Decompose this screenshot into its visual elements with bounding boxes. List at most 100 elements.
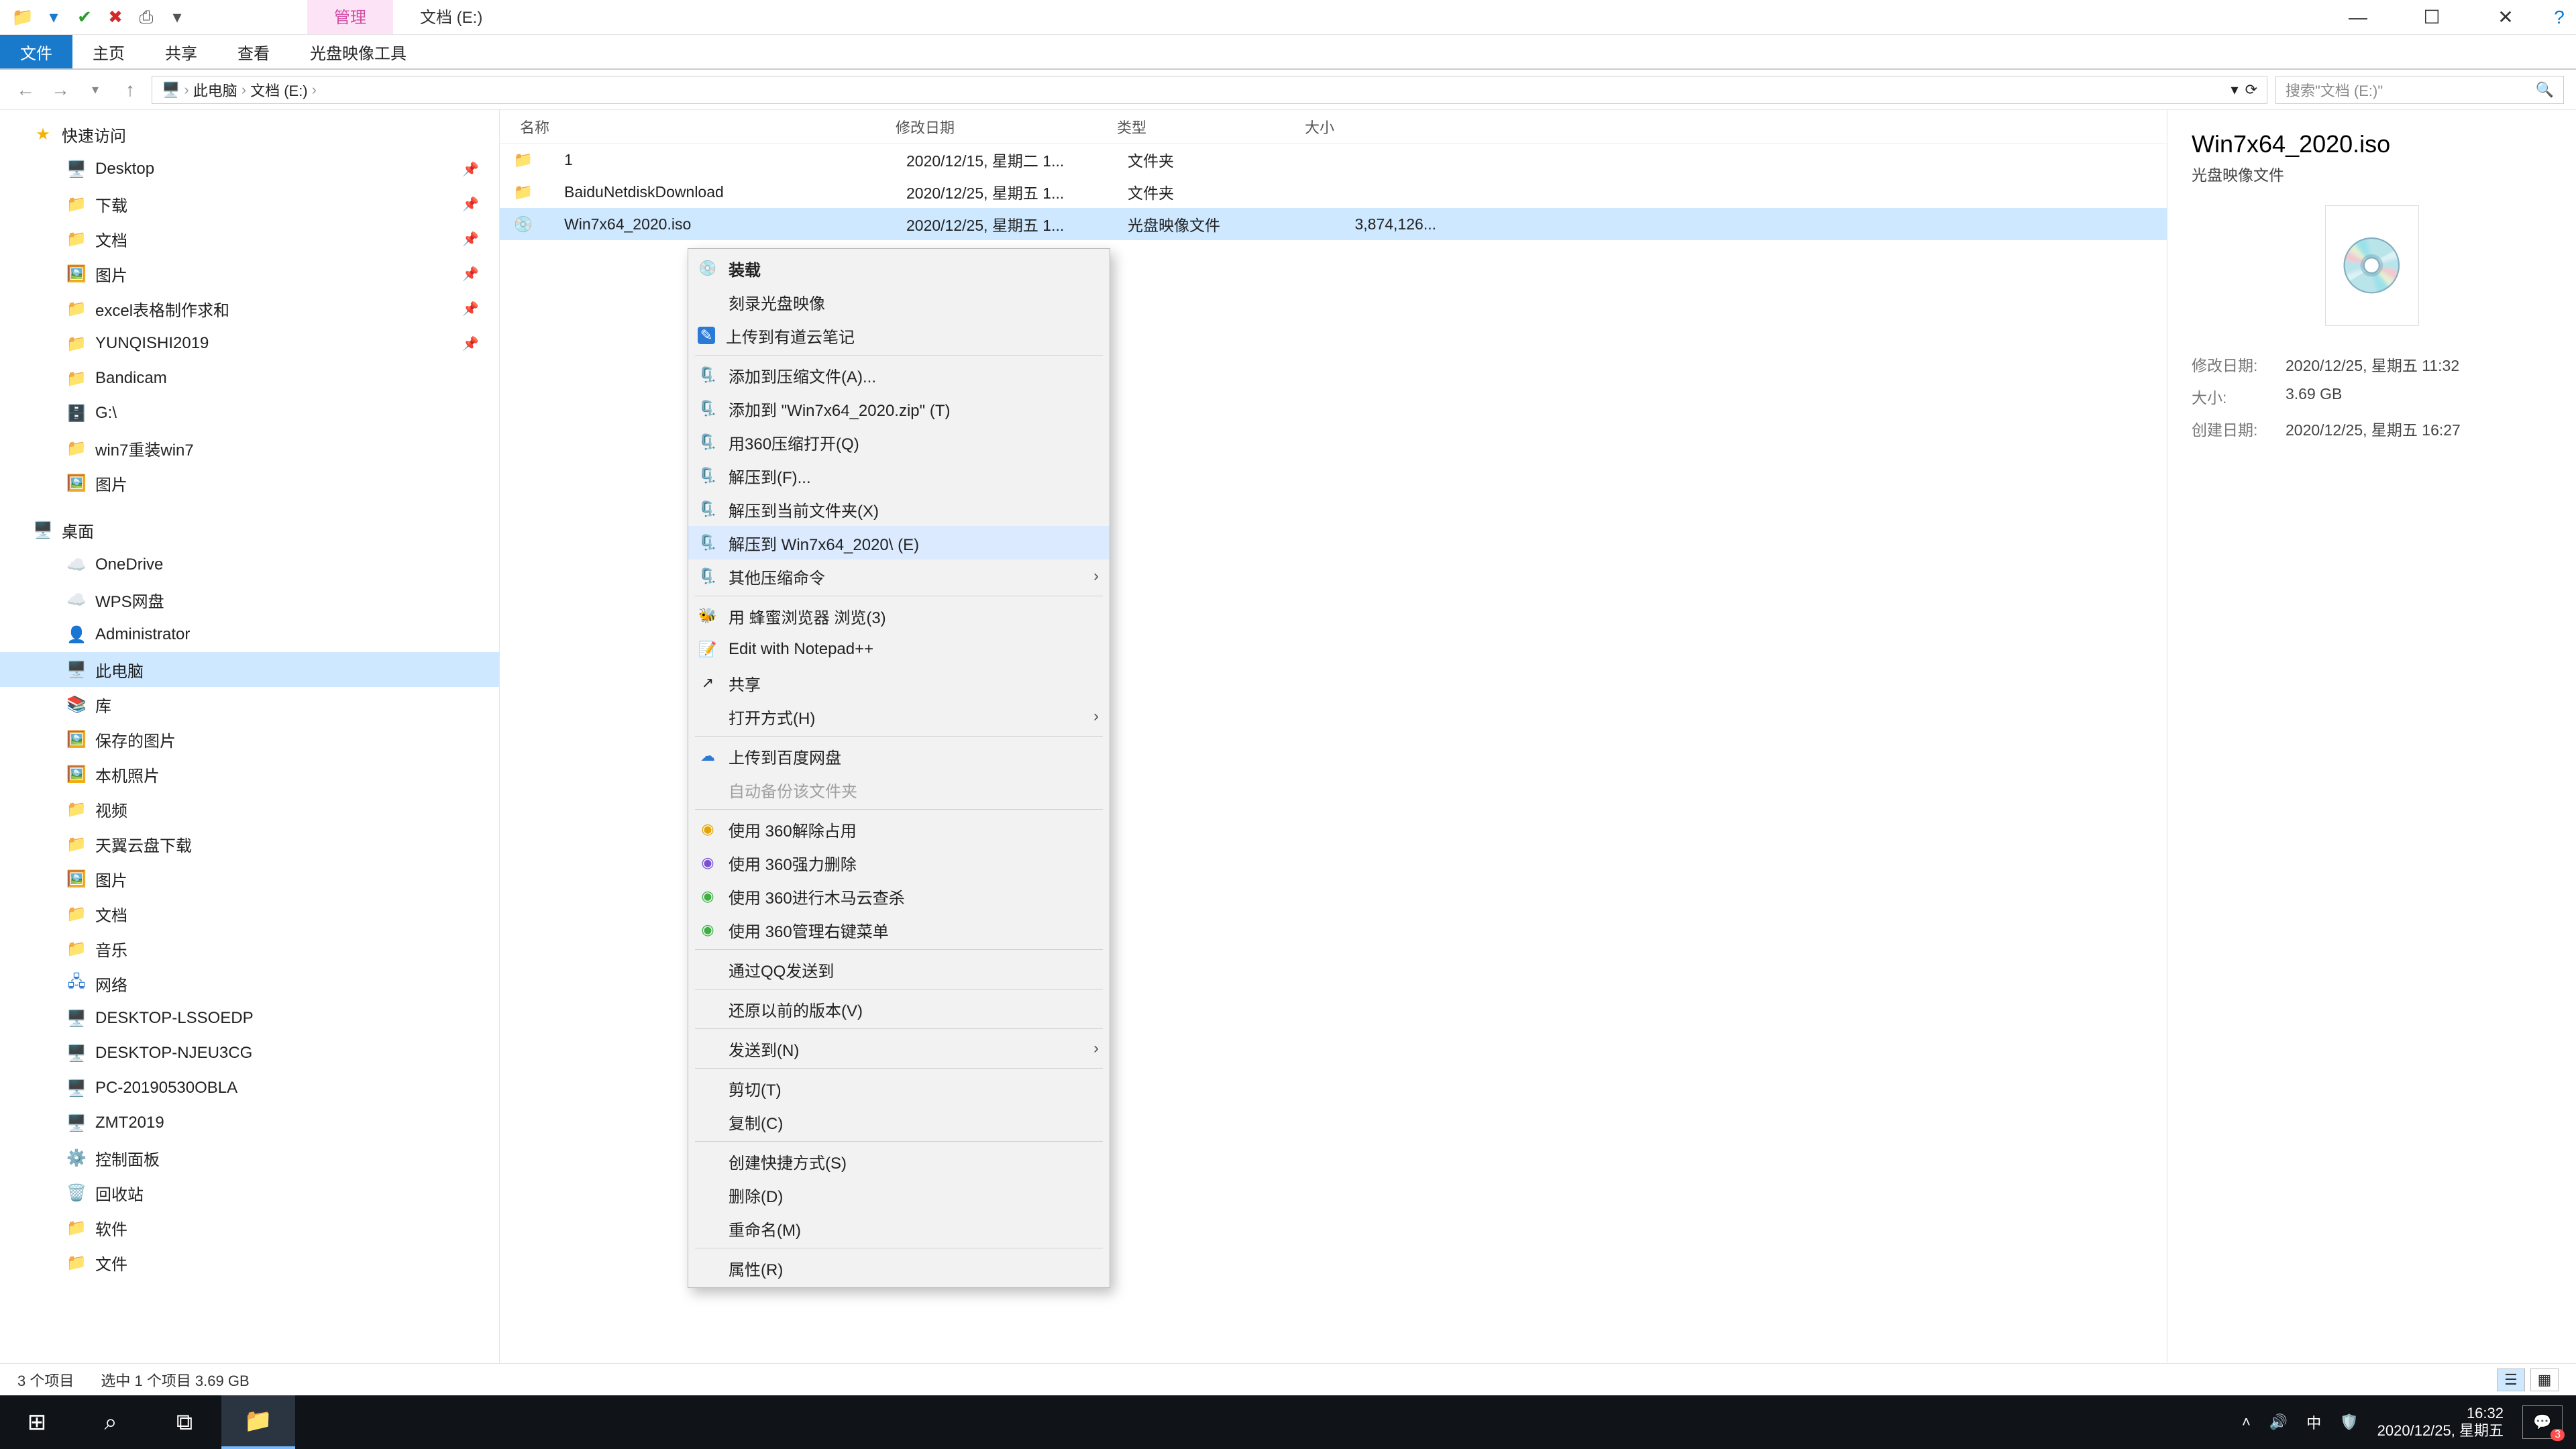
nav-downloads[interactable]: 下载📌	[0, 186, 499, 221]
ctx-other-compress[interactable]: 🗜️其他压缩命令›	[688, 559, 1110, 593]
nav-control-panel[interactable]: 控制面板	[0, 1140, 499, 1175]
nav-admin[interactable]: Administrator	[0, 617, 499, 652]
chevron-right-icon[interactable]: ›	[241, 81, 246, 99]
nav-desktop-group[interactable]: 桌面	[0, 513, 499, 547]
ctx-extract-here[interactable]: 🗜️解压到当前文件夹(X)	[688, 492, 1110, 526]
ctx-send-to[interactable]: 发送到(N)›	[688, 1032, 1110, 1065]
tab-file[interactable]: 文件	[0, 35, 72, 68]
nav-desktop[interactable]: Desktop📌	[0, 152, 499, 186]
qat-dropdown-icon[interactable]: ▾	[166, 7, 188, 28]
taskbar-clock[interactable]: 16:32 2020/12/25, 星期五	[2377, 1405, 2504, 1440]
ctx-cut[interactable]: 剪切(T)	[688, 1071, 1110, 1105]
up-button[interactable]: ↑	[117, 76, 144, 103]
task-view-button[interactable]: ⧉	[148, 1395, 221, 1449]
nav-pc4[interactable]: ZMT2019	[0, 1106, 499, 1140]
nav-pc3[interactable]: PC-20190530OBLA	[0, 1071, 499, 1106]
ctx-360-unlock[interactable]: ◉使用 360解除占用	[688, 812, 1110, 846]
ctx-open-with[interactable]: 打开方式(H)›	[688, 700, 1110, 733]
nav-local-photos[interactable]: 本机照片	[0, 757, 499, 792]
nav-win7reinstall[interactable]: win7重装win7	[0, 431, 499, 466]
col-type[interactable]: 类型	[1117, 116, 1305, 138]
breadcrumb-root[interactable]: 此电脑	[193, 79, 237, 101]
ctx-360-force-del[interactable]: ◉使用 360强力删除	[688, 846, 1110, 879]
ctx-burn[interactable]: 刻录光盘映像	[688, 285, 1110, 319]
nav-yunqishi[interactable]: YUNQISHI2019📌	[0, 326, 499, 361]
ctx-open-360zip[interactable]: 🗜️用360压缩打开(Q)	[688, 425, 1110, 459]
ctx-extract-to[interactable]: 🗜️解压到(F)...	[688, 459, 1110, 492]
ctx-notepadpp[interactable]: 📝Edit with Notepad++	[688, 633, 1110, 666]
nav-docs-lib[interactable]: 文档	[0, 896, 499, 931]
col-size[interactable]: 大小	[1305, 116, 1439, 138]
ctx-youdao[interactable]: ✎上传到有道云笔记	[688, 319, 1110, 352]
taskbar-explorer[interactable]: 📁	[221, 1395, 295, 1449]
start-button[interactable]: ⊞	[0, 1395, 74, 1449]
minimize-button[interactable]: —	[2321, 0, 2395, 34]
nav-software[interactable]: 软件	[0, 1210, 499, 1245]
col-name[interactable]: 名称	[500, 116, 896, 138]
col-date[interactable]: 修改日期	[896, 116, 1117, 138]
qat-check-icon[interactable]: ✔	[74, 7, 95, 28]
ctx-share[interactable]: ↗共享	[688, 666, 1110, 700]
breadcrumb-drive[interactable]: 文档 (E:)	[250, 79, 308, 101]
action-center-button[interactable]: 💬3	[2522, 1405, 2563, 1439]
ctx-360-menu[interactable]: ◉使用 360管理右键菜单	[688, 913, 1110, 947]
file-row-selected[interactable]: 💿 Win7x64_2020.iso 2020/12/25, 星期五 1... …	[500, 208, 2167, 240]
tray-volume-icon[interactable]: 🔊	[2269, 1413, 2288, 1431]
ctx-create-shortcut[interactable]: 创建快捷方式(S)	[688, 1144, 1110, 1178]
nav-wps[interactable]: WPS网盘	[0, 582, 499, 617]
contextual-tab-manage[interactable]: 管理	[307, 0, 393, 34]
nav-music-lib[interactable]: 音乐	[0, 931, 499, 966]
ctx-qq-send[interactable]: 通过QQ发送到	[688, 953, 1110, 986]
nav-pc2[interactable]: DESKTOP-NJEU3CG	[0, 1036, 499, 1071]
nav-pics-lib[interactable]: 图片	[0, 861, 499, 896]
nav-files[interactable]: 文件	[0, 1245, 499, 1280]
nav-onedrive[interactable]: OneDrive	[0, 547, 499, 582]
maximize-button[interactable]: ☐	[2395, 0, 2469, 34]
breadcrumb[interactable]: 🖥️ › 此电脑 › 文档 (E:) › ▾ ⟳	[152, 76, 2267, 104]
qat-save-icon[interactable]: ▾	[43, 7, 64, 28]
ctx-upload-baidu[interactable]: ☁上传到百度网盘	[688, 739, 1110, 773]
chevron-right-icon[interactable]: ›	[184, 81, 189, 99]
tab-disc-tools[interactable]: 光盘映像工具	[290, 35, 427, 68]
file-row[interactable]: 📁 BaiduNetdiskDownload 2020/12/25, 星期五 1…	[500, 176, 2167, 208]
refresh-icon[interactable]: ⟳	[2245, 81, 2257, 99]
view-thumbnails-button[interactable]: ▦	[2530, 1368, 2559, 1391]
ctx-restore-prev[interactable]: 还原以前的版本(V)	[688, 992, 1110, 1026]
nav-network[interactable]: 网络	[0, 966, 499, 1001]
nav-excel-folder[interactable]: excel表格制作求和📌	[0, 291, 499, 326]
tray-security-icon[interactable]: 🛡️	[2340, 1413, 2358, 1431]
ctx-browse-bee[interactable]: 🐝用 蜂蜜浏览器 浏览(3)	[688, 599, 1110, 633]
ctx-360-trojan[interactable]: ◉使用 360进行木马云查杀	[688, 879, 1110, 913]
file-row[interactable]: 📁 1 2020/12/15, 星期二 1... 文件夹	[500, 144, 2167, 176]
nav-videos[interactable]: 视频	[0, 792, 499, 826]
tray-ime-indicator[interactable]: 中	[2306, 1411, 2321, 1433]
chevron-right-icon[interactable]: ›	[312, 81, 317, 99]
nav-libraries[interactable]: 库	[0, 687, 499, 722]
ctx-delete[interactable]: 删除(D)	[688, 1178, 1110, 1212]
view-details-button[interactable]: ☰	[2497, 1368, 2525, 1391]
ctx-extract-named[interactable]: 🗜️解压到 Win7x64_2020\ (E)	[688, 526, 1110, 559]
nav-g-drive[interactable]: G:\	[0, 396, 499, 431]
ctx-properties[interactable]: 属性(R)	[688, 1251, 1110, 1285]
nav-tianyi[interactable]: 天翼云盘下载	[0, 826, 499, 861]
address-dropdown-icon[interactable]: ▾	[2231, 81, 2239, 99]
nav-this-pc[interactable]: 此电脑	[0, 652, 499, 687]
ctx-mount[interactable]: 💿装载	[688, 252, 1110, 285]
qat-close-icon[interactable]: ✖	[105, 7, 126, 28]
ctx-rename[interactable]: 重命名(M)	[688, 1212, 1110, 1245]
nav-saved-pics[interactable]: 保存的图片	[0, 722, 499, 757]
nav-pictures-2[interactable]: 图片	[0, 466, 499, 500]
nav-pc1[interactable]: DESKTOP-LSSOEDP	[0, 1001, 499, 1036]
nav-recycle-bin[interactable]: 回收站	[0, 1175, 499, 1210]
nav-quick-access[interactable]: 快速访问	[0, 117, 499, 152]
search-button[interactable]: ⌕	[74, 1395, 148, 1449]
ctx-add-archive[interactable]: 🗜️添加到压缩文件(A)...	[688, 358, 1110, 392]
ctx-add-zip[interactable]: 🗜️添加到 "Win7x64_2020.zip" (T)	[688, 392, 1110, 425]
ctx-copy[interactable]: 复制(C)	[688, 1105, 1110, 1138]
tab-home[interactable]: 主页	[72, 35, 145, 68]
recent-dropdown[interactable]: ▾	[82, 76, 109, 103]
tray-chevron-up-icon[interactable]: ˄	[2242, 1413, 2251, 1431]
nav-pictures[interactable]: 图片📌	[0, 256, 499, 291]
back-button[interactable]: ←	[12, 76, 39, 103]
nav-bandicam[interactable]: Bandicam	[0, 361, 499, 396]
